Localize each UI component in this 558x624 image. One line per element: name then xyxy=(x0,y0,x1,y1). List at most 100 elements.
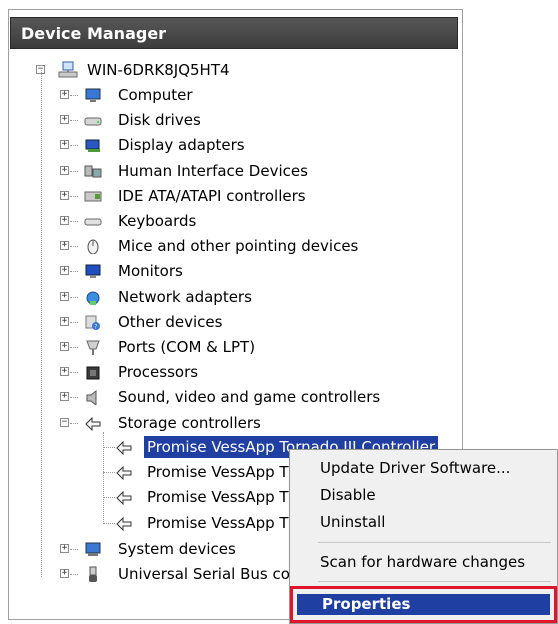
tree-item-label: Promise VessApp T xyxy=(147,463,289,482)
tree-item-label: Keyboards xyxy=(118,212,197,230)
tree-connector xyxy=(70,221,78,222)
tree-item-other-devices[interactable]: +? Other devices xyxy=(60,311,480,333)
menu-separator xyxy=(318,542,551,543)
storage-controller-icon xyxy=(116,440,132,455)
tree-connector xyxy=(41,70,42,577)
properties-menu-item[interactable]: Properties xyxy=(297,594,550,615)
system-devices-icon xyxy=(85,542,101,556)
uninstall-menu-item[interactable]: Uninstall xyxy=(320,510,385,534)
tree-connector xyxy=(70,271,78,273)
storage-controller-icon xyxy=(116,491,132,506)
expand-toggle[interactable]: + xyxy=(60,544,69,553)
tree-item-label: System devices xyxy=(118,540,236,558)
tree-connector xyxy=(70,195,78,197)
tree-item-keyboard[interactable]: + Keyboards xyxy=(60,210,480,232)
expand-toggle[interactable]: + xyxy=(60,367,69,377)
tree-item-storage-controller[interactable]: − Storage controllers xyxy=(60,412,480,434)
expand-toggle[interactable]: + xyxy=(60,392,69,402)
menu-separator xyxy=(318,581,551,582)
tree-item-mouse[interactable]: + Mice and other pointing devices xyxy=(60,235,480,257)
expand-toggle[interactable]: + xyxy=(60,342,69,351)
expand-toggle[interactable]: + xyxy=(60,165,69,175)
tree-connector xyxy=(103,522,115,524)
network-adapter-icon xyxy=(86,291,100,305)
tree-item-label: Sound, video and game controllers xyxy=(118,388,381,407)
tree-connector xyxy=(70,246,78,248)
sound-icon xyxy=(86,390,97,406)
tree-connector xyxy=(70,145,78,147)
tree-connector xyxy=(103,497,115,499)
expand-toggle[interactable]: + xyxy=(60,90,69,99)
tree-item-computer[interactable]: + Computer xyxy=(60,84,480,106)
tree-item-network-adapter[interactable]: + Network adapters xyxy=(60,286,480,308)
tree-item-hid[interactable]: + Human Interface Devices xyxy=(60,160,480,182)
usb-icon xyxy=(89,566,97,583)
computer-icon xyxy=(85,88,101,102)
tree-item-label: Display adapters xyxy=(118,136,245,155)
disable-menu-item[interactable]: Disable xyxy=(320,483,376,507)
tree-item-processor[interactable]: + Processors xyxy=(60,361,480,383)
tree-connector xyxy=(70,296,78,298)
tree-connector xyxy=(70,397,78,399)
tree-item-label: Network adapters xyxy=(118,287,252,306)
tree-connector xyxy=(70,120,78,122)
tree-item-label: Other devices xyxy=(118,312,223,331)
tree-item-sound[interactable]: + Sound, video and game controllers xyxy=(60,386,480,408)
disk-drive-icon xyxy=(84,117,102,126)
tree-connector xyxy=(70,549,78,550)
expand-toggle[interactable]: + xyxy=(60,115,69,125)
tree-item-label: Promise VessApp T xyxy=(147,488,289,507)
tree-item-label: Processors xyxy=(118,363,199,382)
hid-icon xyxy=(84,165,102,178)
tree-connector xyxy=(70,321,78,323)
tree-item-ide-controller[interactable]: + IDE ATA/ATAPI controllers xyxy=(60,185,480,207)
keyboard-icon xyxy=(84,218,102,226)
tree-item-label: Universal Serial Bus co xyxy=(118,565,290,584)
expand-toggle[interactable]: + xyxy=(60,266,69,276)
properties-highlight-box: Properties xyxy=(290,586,557,623)
expand-toggle[interactable]: + xyxy=(60,316,69,326)
context-menu: Update Driver Software... Disable Uninst… xyxy=(289,449,558,624)
expand-toggle[interactable]: + xyxy=(60,569,69,579)
scan-hardware-menu-item[interactable]: Scan for hardware changes xyxy=(320,550,525,574)
display-adapter-icon xyxy=(85,139,100,153)
update-driver-menu-item[interactable]: Update Driver Software... xyxy=(320,456,510,480)
tree-item-ports[interactable]: + Ports (COM & LPT) xyxy=(60,336,480,358)
ports-icon xyxy=(86,340,100,355)
tree-item-label: IDE ATA/ATAPI controllers xyxy=(118,186,306,205)
svg-text:?: ? xyxy=(94,323,97,330)
tree-item-label: Storage controllers xyxy=(118,413,261,432)
storage-controller-icon xyxy=(116,516,132,531)
expand-toggle[interactable]: + xyxy=(60,216,69,225)
collapse-toggle[interactable]: − xyxy=(60,417,69,427)
ide-controller-icon xyxy=(84,191,102,202)
tree-item-label: Disk drives xyxy=(118,111,201,130)
expand-toggle[interactable]: + xyxy=(60,241,69,251)
tree-root-label: WIN-6DRK8JQ5HT4 xyxy=(87,61,230,79)
tree-item-label: Monitors xyxy=(118,262,183,281)
tree-item-label: Ports (COM & LPT) xyxy=(118,338,256,356)
tree-connector xyxy=(70,372,78,374)
mouse-icon xyxy=(87,239,99,255)
tree-item-label: Human Interface Devices xyxy=(118,161,308,180)
tree-item-label: Computer xyxy=(118,86,193,104)
tree-connector xyxy=(103,432,104,524)
tree-connector xyxy=(70,170,78,172)
tree-item-display-adapter[interactable]: + Display adapters xyxy=(60,134,480,156)
expand-toggle[interactable]: + xyxy=(60,140,69,150)
storage-controller-icon xyxy=(85,416,101,431)
computer-network-icon xyxy=(58,61,78,78)
other-devices-icon: ? xyxy=(85,315,100,330)
tree-root[interactable]: − WIN-6DRK8JQ5HT4 xyxy=(36,59,336,81)
storage-controller-icon xyxy=(116,465,132,481)
tree-connector xyxy=(70,95,78,96)
tree-connector xyxy=(103,472,115,474)
expand-toggle[interactable]: + xyxy=(60,291,69,301)
tree-item-monitor[interactable]: + Monitors xyxy=(60,260,480,282)
monitor-icon xyxy=(85,264,101,279)
tree-item-disk-drive[interactable]: + Disk drives xyxy=(60,109,480,131)
tree-connector xyxy=(70,347,78,348)
expand-toggle[interactable]: + xyxy=(60,190,69,200)
processor-icon xyxy=(86,366,100,380)
tree-connector xyxy=(103,447,115,448)
